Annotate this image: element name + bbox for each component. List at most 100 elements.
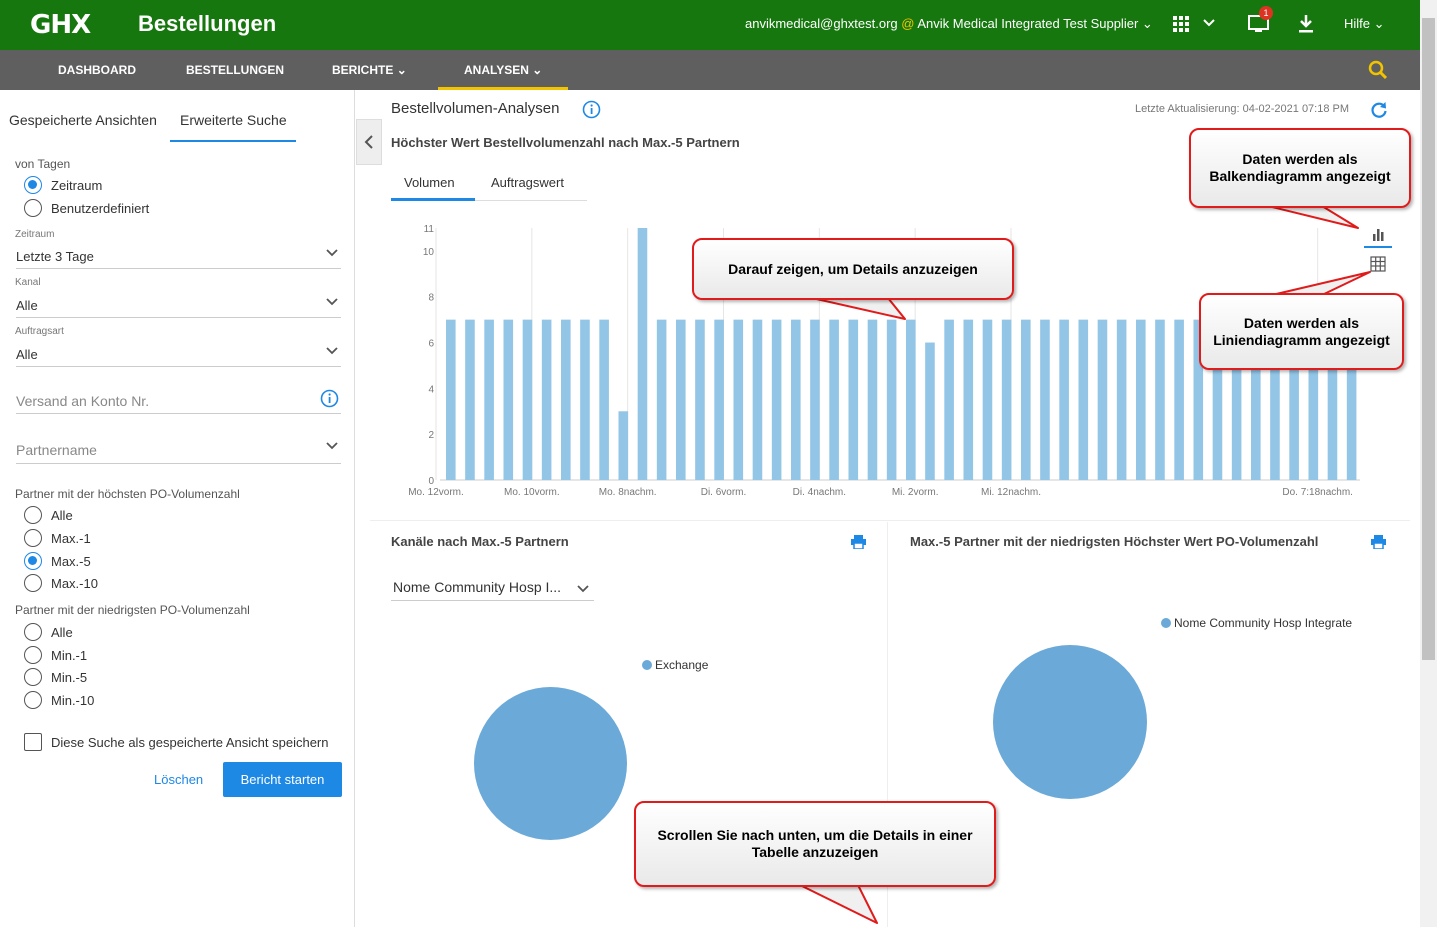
chart-bar[interactable] [867, 319, 878, 480]
chart-bar[interactable] [1040, 319, 1050, 480]
radio-benutzerdefiniert[interactable] [24, 199, 42, 217]
period-label: Zeitraum [15, 229, 55, 240]
chevron-down-icon: ⌄ [532, 63, 543, 77]
radio-bottom-min5[interactable] [24, 668, 42, 686]
print-icon[interactable] [851, 535, 866, 549]
chevron-down-icon [326, 347, 338, 355]
chart-bar[interactable] [484, 319, 494, 480]
nav-berichte-label: BERICHTE [332, 63, 394, 77]
tab-volumen[interactable]: Volumen [404, 175, 455, 190]
chart-bar[interactable] [1021, 319, 1031, 480]
chart-bar[interactable] [848, 319, 859, 480]
collapse-sidebar-button[interactable] [356, 119, 382, 165]
partner-name-select[interactable]: Partnername [16, 436, 341, 464]
chart-bar[interactable] [925, 342, 935, 480]
run-report-button[interactable]: Bericht starten [223, 762, 342, 797]
chevron-down-icon [326, 249, 338, 257]
info-icon[interactable] [582, 100, 601, 119]
chart-bar[interactable] [599, 319, 609, 480]
chart-bar[interactable] [1136, 319, 1146, 480]
active-tab-indicator [170, 140, 296, 142]
nav-dashboard[interactable]: DASHBOARD [58, 50, 136, 90]
apps-grid-icon[interactable] [1173, 16, 1189, 32]
chart-bar[interactable] [963, 319, 974, 480]
chart-bar[interactable] [618, 411, 629, 480]
nav-analysen[interactable]: ANALYSEN ⌄ [438, 50, 569, 90]
active-tab-indicator [391, 198, 475, 201]
nav-bestellungen[interactable]: BESTELLUNGEN [186, 50, 284, 90]
chart-bar[interactable] [580, 319, 590, 480]
shipto-input[interactable]: Versand an Konto Nr. [16, 387, 341, 414]
legend-dot [642, 660, 652, 670]
chart-bar[interactable] [1155, 319, 1165, 480]
clear-button[interactable]: Löschen [154, 772, 203, 787]
search-icon[interactable] [1368, 60, 1388, 80]
radio-zeitraum[interactable] [24, 176, 42, 194]
print-icon[interactable] [1371, 535, 1386, 549]
account-selector[interactable]: anvikmedical@ghxtest.org @ Anvik Medical… [745, 16, 1153, 32]
chart-bar[interactable] [733, 319, 744, 480]
radio-top-max10[interactable] [24, 574, 42, 592]
period-select[interactable]: Letzte 3 Tage [16, 243, 341, 269]
radio-top-max5[interactable] [24, 552, 42, 570]
legend-item[interactable]: Nome Community Hosp Integrate [1161, 616, 1352, 630]
chart-bar[interactable] [1174, 319, 1184, 480]
tab-auftragswert[interactable]: Auftragswert [491, 175, 564, 190]
radio-top-alle-label: Alle [51, 508, 73, 523]
chart-bar[interactable] [1078, 319, 1089, 480]
chart-bar[interactable] [1059, 319, 1069, 480]
nav-berichte[interactable]: BERICHTE ⌄ [332, 50, 407, 90]
radio-zeitraum-label: Zeitraum [51, 178, 103, 193]
chart-bar[interactable] [541, 319, 552, 480]
partner-select[interactable]: Nome Community Hosp I... [391, 575, 594, 601]
chart-bar[interactable] [771, 319, 782, 480]
x-tick-label: Mi. 12nachm. [981, 487, 1041, 498]
chart-bar[interactable] [944, 319, 954, 480]
chart-bar[interactable] [446, 319, 456, 480]
y-tick-label: 0 [428, 476, 434, 487]
chart-bar[interactable] [656, 319, 667, 480]
scrollbar-thumb[interactable] [1422, 18, 1435, 660]
chart-bar[interactable] [503, 319, 514, 480]
ghx-logo[interactable]: GHX [30, 10, 91, 40]
chart-bar[interactable] [752, 319, 763, 480]
channel-select[interactable]: Alle [16, 292, 341, 318]
radio-top-max1[interactable] [24, 529, 42, 547]
notification-badge: 1 [1259, 6, 1273, 20]
chart-bar[interactable] [1116, 319, 1127, 480]
download-icon[interactable] [1298, 14, 1314, 34]
chart-bar[interactable] [637, 228, 648, 480]
radio-bottom-alle[interactable] [24, 623, 42, 641]
chart-bar[interactable] [1097, 319, 1108, 480]
radio-top-alle[interactable] [24, 506, 42, 524]
chart-bar[interactable] [810, 319, 820, 480]
chart-bar[interactable] [561, 319, 571, 480]
save-view-checkbox[interactable] [24, 733, 42, 751]
chart-bar[interactable] [695, 319, 705, 480]
chart-bar[interactable] [829, 319, 839, 480]
chart-bar[interactable] [982, 319, 993, 480]
table-view-icon[interactable] [1370, 256, 1386, 272]
refresh-icon[interactable] [1370, 101, 1388, 119]
radio-bottom-min1[interactable] [24, 646, 42, 664]
radio-bottom-min10[interactable] [24, 691, 42, 709]
pie-slice-partner[interactable] [993, 645, 1147, 799]
chart-bar[interactable] [714, 319, 724, 480]
chart-bar[interactable] [791, 319, 801, 480]
lowest-partners-panel-title: Max.-5 Partner mit der niedrigsten Höchs… [910, 534, 1319, 549]
tab-saved-views[interactable]: Gespeicherte Ansichten [9, 112, 157, 128]
pie-slice-exchange[interactable] [474, 687, 627, 840]
chart-bar[interactable] [676, 319, 686, 480]
info-icon[interactable] [320, 389, 339, 408]
apps-chevron-down-icon[interactable] [1202, 18, 1216, 28]
chart-bar[interactable] [1001, 319, 1012, 480]
chart-bar[interactable] [522, 319, 533, 480]
ordertype-select[interactable]: Alle [16, 341, 341, 367]
help-menu[interactable]: Hilfe ⌄ [1344, 16, 1385, 32]
chart-bar[interactable] [906, 319, 916, 480]
tab-advanced-search[interactable]: Erweiterte Suche [180, 112, 287, 128]
legend-item[interactable]: Exchange [642, 658, 708, 672]
ordertype-value: Alle [16, 347, 38, 362]
chart-bar[interactable] [465, 319, 475, 480]
chart-bar[interactable] [886, 319, 897, 480]
